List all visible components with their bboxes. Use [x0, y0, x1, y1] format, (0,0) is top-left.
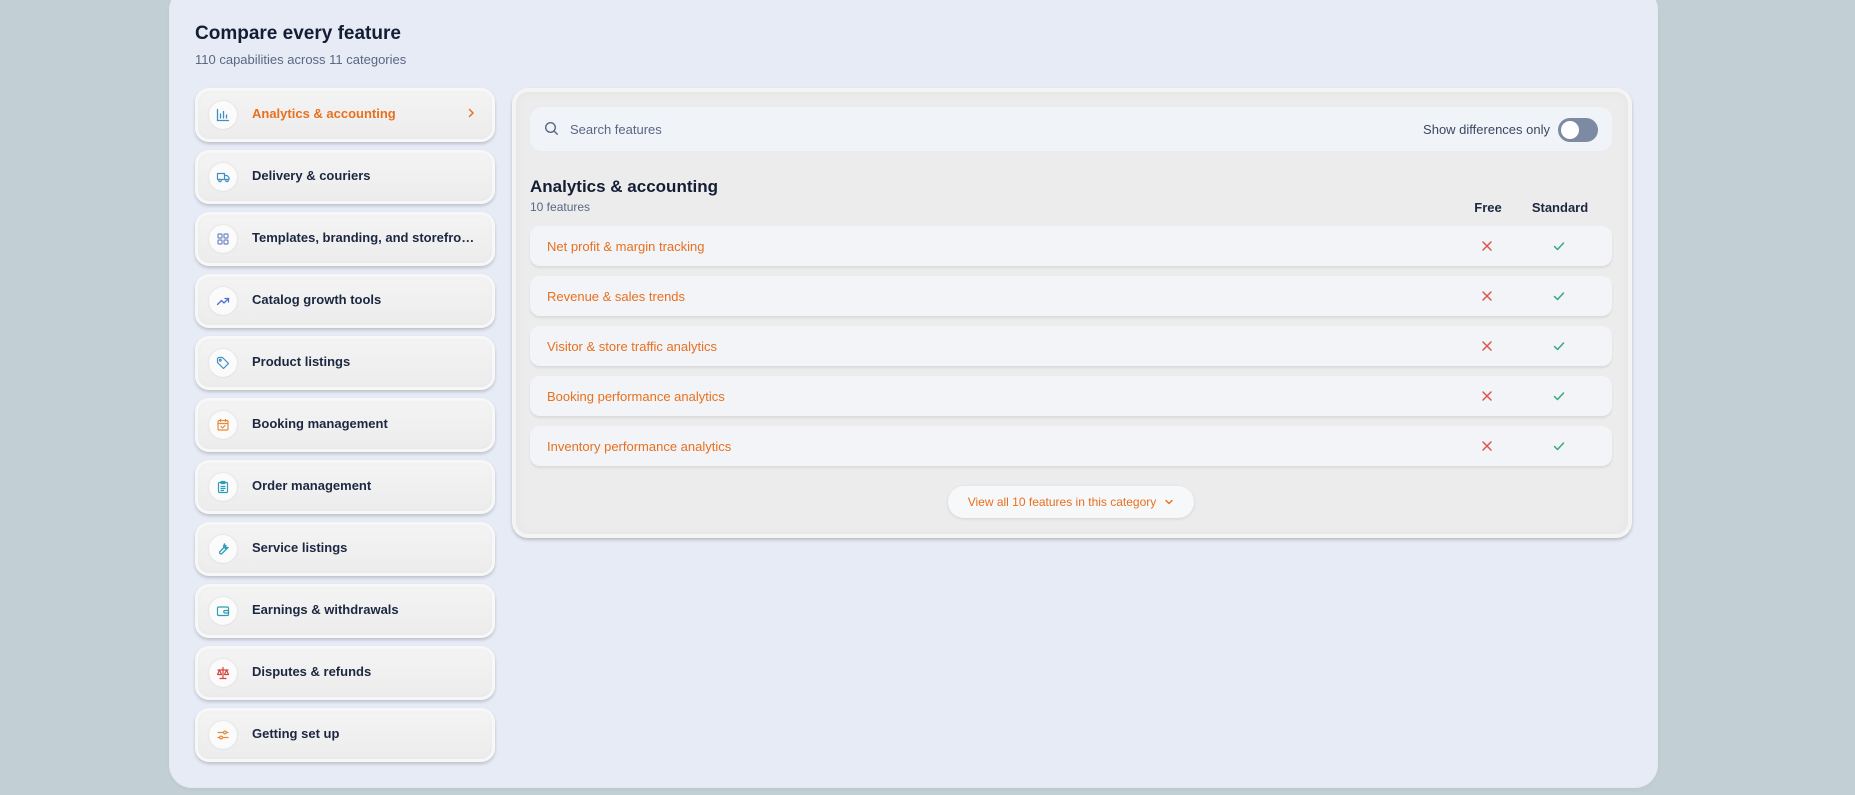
sidebar-item-earnings-withdrawals[interactable]: Earnings & withdrawals [195, 584, 495, 638]
sidebar-item-booking-management[interactable]: Booking management [195, 398, 495, 452]
page-subtitle: 110 capabilities across 11 categories [195, 52, 407, 67]
cross-icon [1482, 391, 1492, 401]
category-title: Analytics & accounting [530, 177, 718, 196]
sidebar-item-label: Product listings [252, 354, 351, 369]
cross-icon [1482, 341, 1492, 351]
feature-panel: Show differences only Analytics & accoun… [512, 88, 1632, 538]
sidebar-item-order-management[interactable]: Order management [195, 460, 495, 514]
page-title: Compare every feature [195, 23, 401, 44]
sidebar-item-catalog-growth-tools[interactable]: Catalog growth tools [195, 274, 495, 328]
chevron-down-icon [1165, 499, 1173, 505]
toggle-knob [1561, 121, 1579, 139]
view-all-label: View all 10 features in this category [967, 495, 1157, 509]
cross-icon [1482, 291, 1492, 301]
check-icon [1553, 342, 1565, 351]
cross-icon [1482, 241, 1492, 251]
sidebar-item-label: Booking management [252, 416, 388, 431]
sidebar-item-label: Order management [252, 478, 372, 493]
feature-row: Revenue & sales trends [530, 276, 1612, 316]
feature-name[interactable]: Visitor & store traffic analytics [547, 339, 717, 354]
sidebar-item-service-listings[interactable]: Service listings [195, 522, 495, 576]
sidebar-item-templates-branding[interactable]: Templates, branding, and storefront ... [195, 212, 495, 266]
feature-row: Booking performance analytics [530, 376, 1612, 416]
sidebar-item-label: Service listings [252, 540, 348, 555]
feature-row: Inventory performance analytics [530, 426, 1612, 466]
sidebar-item-label: Getting set up [252, 726, 340, 741]
show-differences-label: Show differences only [1423, 122, 1550, 137]
cross-icon [1482, 441, 1492, 451]
sidebar-item-getting-set-up[interactable]: Getting set up [195, 708, 495, 762]
column-header-free: Free [1474, 200, 1502, 215]
check-icon [1553, 392, 1565, 401]
search-input[interactable] [570, 118, 1170, 140]
feature-name[interactable]: Revenue & sales trends [547, 289, 685, 304]
sidebar-item-analytics-accounting[interactable]: Analytics & accounting [195, 88, 495, 142]
feature-name[interactable]: Inventory performance analytics [547, 439, 731, 454]
sidebar-item-label: Earnings & withdrawals [252, 602, 399, 617]
feature-row: Visitor & store traffic analytics [530, 326, 1612, 366]
search-bar: Show differences only [530, 107, 1612, 151]
view-all-features-button[interactable]: View all 10 features in this category [948, 486, 1194, 518]
sidebar-item-delivery-couriers[interactable]: Delivery & couriers [195, 150, 495, 204]
show-differences-toggle[interactable] [1558, 118, 1598, 142]
sliders-icon [209, 721, 237, 749]
column-header-standard: Standard [1531, 200, 1589, 215]
sidebar-item-label: Templates, branding, and storefront ... [252, 230, 477, 245]
sidebar-item-label: Delivery & couriers [252, 168, 371, 183]
category-feature-count: 10 features [530, 200, 591, 214]
sidebar-item-label: Disputes & refunds [252, 664, 372, 679]
calendar-check-icon [209, 411, 237, 439]
truck-icon [209, 163, 237, 191]
scale-icon [209, 659, 237, 687]
chevron-right-icon [465, 106, 477, 124]
sidebar-item-label: Catalog growth tools [252, 292, 382, 307]
check-icon [1553, 442, 1565, 451]
category-sidebar: Analytics & accounting Delivery & courie… [195, 88, 495, 770]
sidebar-item-label: Analytics & accounting [252, 106, 396, 121]
check-icon [1553, 292, 1565, 301]
feature-row: Net profit & margin tracking [530, 226, 1612, 266]
check-icon [1553, 242, 1565, 251]
trending-up-icon [209, 287, 237, 315]
feature-name[interactable]: Booking performance analytics [547, 389, 725, 404]
tag-icon [209, 349, 237, 377]
grid-icon [209, 225, 237, 253]
sidebar-item-disputes-refunds[interactable]: Disputes & refunds [195, 646, 495, 700]
feature-name[interactable]: Net profit & margin tracking [547, 239, 705, 254]
wallet-icon [209, 597, 237, 625]
search-icon [544, 121, 559, 141]
feature-list: Net profit & margin tracking Revenue & s… [530, 226, 1612, 476]
bar-chart-icon [209, 101, 237, 129]
clipboard-icon [209, 473, 237, 501]
wrench-icon [209, 535, 237, 563]
sidebar-item-product-listings[interactable]: Product listings [195, 336, 495, 390]
feature-comparison-card: Compare every feature 110 capabilities a… [170, 0, 1657, 787]
